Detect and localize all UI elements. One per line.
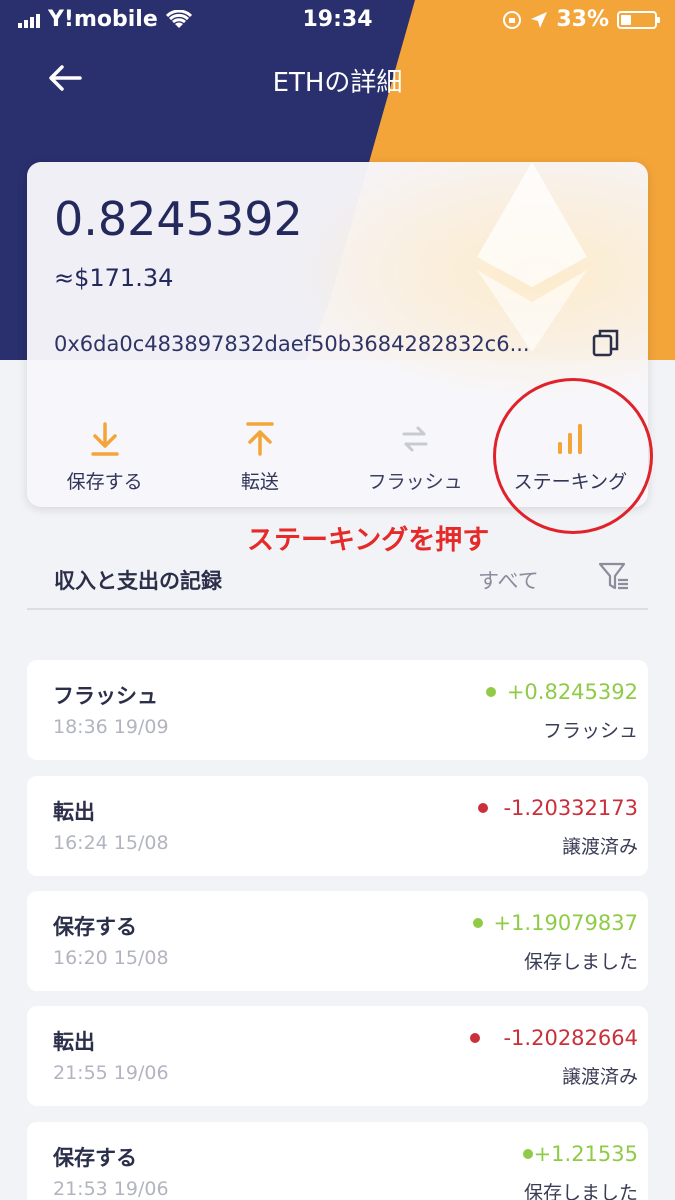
transaction-row[interactable]: フラッシュ 18:36 19/09 +0.8245392 フラッシュ bbox=[27, 660, 648, 760]
transaction-amount: +1.21535 bbox=[533, 1142, 638, 1166]
eth-logo-icon bbox=[477, 162, 587, 352]
deposit-button[interactable]: 保存する bbox=[27, 417, 182, 507]
location-icon bbox=[531, 11, 548, 28]
wallet-card: 0.8245392 ≈$171.34 0x6da0c483897832daef5… bbox=[27, 162, 648, 507]
balance-amount: 0.8245392 bbox=[54, 192, 303, 246]
transaction-row[interactable]: 転出 16:24 15/08 -1.20332173 譲渡済み bbox=[27, 776, 648, 876]
records-title: 収入と支出の記録 bbox=[54, 569, 222, 593]
filter-icon bbox=[598, 562, 628, 590]
transaction-amount: +0.8245392 bbox=[506, 680, 638, 704]
annotation-text: ステーキングを押す bbox=[247, 525, 490, 556]
status-dot bbox=[473, 918, 483, 928]
transaction-status: 譲渡済み bbox=[561, 836, 638, 858]
wallet-address[interactable]: 0x6da0c483897832daef50b3684282832c6... bbox=[54, 332, 574, 356]
copy-address-button[interactable] bbox=[589, 326, 623, 360]
filter-button[interactable] bbox=[597, 560, 631, 594]
download-icon bbox=[90, 417, 120, 461]
status-dot bbox=[523, 1149, 533, 1159]
transaction-status: 譲渡済み bbox=[561, 1066, 638, 1088]
battery-icon bbox=[617, 10, 660, 29]
transaction-status: 保存しました bbox=[523, 1182, 638, 1200]
fiat-value: ≈$171.34 bbox=[54, 264, 174, 292]
status-dot bbox=[486, 687, 496, 697]
nav-bar: ETHの詳細 bbox=[0, 50, 675, 106]
upload-icon bbox=[245, 417, 275, 461]
records-header: 収入と支出の記録 すべて bbox=[27, 560, 648, 610]
transaction-amount: -1.20332173 bbox=[503, 796, 638, 820]
filter-all-button[interactable]: すべて bbox=[478, 565, 539, 595]
orientation-lock-icon bbox=[503, 10, 522, 29]
transaction-status: 保存しました bbox=[523, 951, 638, 973]
status-dot bbox=[478, 803, 488, 813]
bar-chart-icon bbox=[555, 417, 585, 461]
copy-icon bbox=[592, 329, 619, 357]
page-title: ETHの詳細 bbox=[272, 68, 403, 98]
status-dot bbox=[470, 1033, 480, 1043]
transaction-amount: +1.19079837 bbox=[493, 911, 638, 935]
transaction-row[interactable]: 保存する 21:53 19/06 +1.21535 保存しました bbox=[27, 1122, 648, 1200]
staking-button[interactable]: ステーキング bbox=[493, 417, 648, 507]
status-bar: Y!mobile 19:34 33% bbox=[0, 0, 675, 40]
battery-percent: 33% bbox=[556, 7, 609, 32]
transaction-row[interactable]: 転出 21:55 19/06 -1.20282664 譲渡済み bbox=[27, 1006, 648, 1106]
transaction-status: フラッシュ bbox=[542, 720, 638, 742]
transaction-amount: -1.20282664 bbox=[503, 1026, 638, 1050]
swap-icon bbox=[400, 417, 430, 461]
transaction-row[interactable]: 保存する 16:20 15/08 +1.19079837 保存しました bbox=[27, 891, 648, 991]
transfer-button[interactable]: 転送 bbox=[182, 417, 337, 507]
action-bar: 保存する 転送 フラッシュ ステーキング bbox=[27, 417, 648, 507]
swap-button[interactable]: フラッシュ bbox=[338, 417, 493, 507]
